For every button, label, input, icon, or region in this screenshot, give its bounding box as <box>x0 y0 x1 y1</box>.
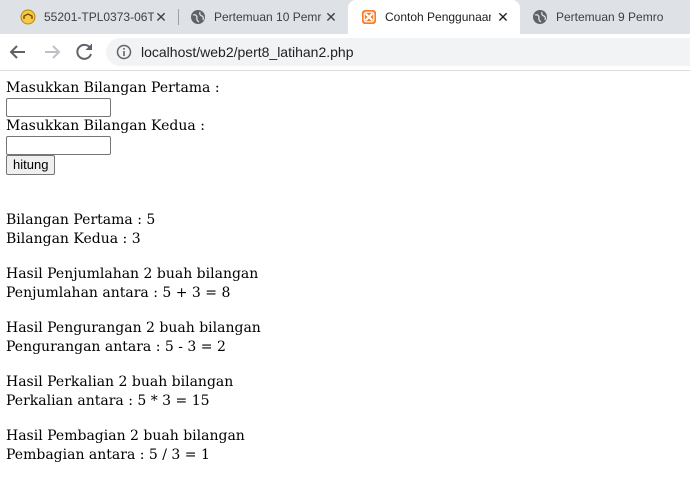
xampp-icon <box>362 10 376 24</box>
first-number-result: Bilangan Pertama : 5 <box>6 212 156 228</box>
results-section: Bilangan Pertama : 5 Bilangan Kedua : 3 … <box>6 211 261 465</box>
first-number-input[interactable] <box>6 98 111 117</box>
tab-moodle[interactable]: 55201-TPL0373-06T ✕ <box>8 0 178 34</box>
tab-strip: 55201-TPL0373-06T ✕ Pertemuan 10 Pemro ✕… <box>0 0 690 34</box>
back-arrow-icon[interactable] <box>6 40 30 64</box>
subtraction-title: Hasil Pengurangan 2 buah bilangan <box>6 320 261 336</box>
close-icon[interactable]: ✕ <box>324 10 338 24</box>
moodle-icon <box>20 9 36 25</box>
addition-title: Hasil Penjumlahan 2 buah bilangan <box>6 266 259 282</box>
info-icon[interactable] <box>116 44 132 60</box>
division-title: Hasil Pembagian 2 buah bilangan <box>6 428 245 444</box>
globe-icon <box>191 10 205 24</box>
second-number-input[interactable] <box>6 136 111 155</box>
close-icon[interactable]: ✕ <box>154 10 168 24</box>
forward-arrow-icon[interactable] <box>40 40 64 64</box>
subtraction-result: Pengurangan antara : 5 - 3 = 2 <box>6 339 226 355</box>
tab-title: Pertemuan 9 Pemro <box>556 10 664 24</box>
tab-title: 55201-TPL0373-06T <box>44 10 154 24</box>
tab-pertemuan-9[interactable]: Pertemuan 9 Pemro <box>520 0 690 34</box>
address-bar[interactable]: localhost/web2/pert8_latihan2.php <box>106 38 690 66</box>
hitung-button[interactable]: hitung <box>6 155 56 175</box>
calculator-form: Masukkan Bilangan Pertama : Masukkan Bil… <box>6 79 220 175</box>
globe-icon <box>533 10 547 24</box>
tab-title: Contoh Penggunaan <box>385 10 491 24</box>
reload-icon[interactable] <box>72 40 96 64</box>
multiplication-title: Hasil Perkalian 2 buah bilangan <box>6 374 234 390</box>
division-result: Pembagian antara : 5 / 3 = 1 <box>6 447 210 463</box>
second-number-result: Bilangan Kedua : 3 <box>6 231 141 247</box>
second-number-label: Masukkan Bilangan Kedua : <box>6 118 205 134</box>
first-number-label: Masukkan Bilangan Pertama : <box>6 80 220 96</box>
browser-toolbar: localhost/web2/pert8_latihan2.php <box>0 34 690 71</box>
tab-contoh-penggunaan[interactable]: Contoh Penggunaan ✕ <box>348 0 520 34</box>
tab-pertemuan-10[interactable]: Pertemuan 10 Pemro ✕ <box>178 0 348 34</box>
url-text: localhost/web2/pert8_latihan2.php <box>141 44 354 60</box>
tab-title: Pertemuan 10 Pemro <box>214 10 322 24</box>
addition-result: Penjumlahan antara : 5 + 3 = 8 <box>6 285 231 301</box>
close-icon[interactable]: ✕ <box>496 10 510 24</box>
multiplication-result: Perkalian antara : 5 * 3 = 15 <box>6 393 210 409</box>
